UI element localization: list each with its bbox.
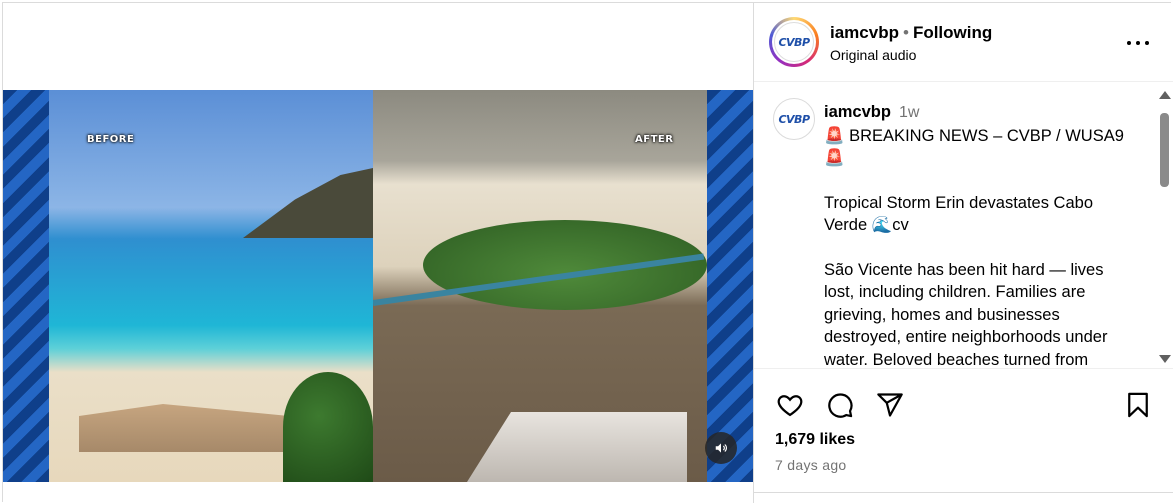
post-header: CVBP iamcvbp • Following Original audio (754, 3, 1173, 82)
caption-line: 🚨 BREAKING NEWS – CVBP / WUSA9 (824, 126, 1124, 145)
caption-line: lost, including children. Families are (824, 283, 1086, 301)
header-username[interactable]: iamcvbp (830, 23, 899, 42)
avatar-logo: CVBP (774, 22, 814, 62)
caption-time: 1w (898, 104, 920, 121)
caption-line: water. Beloved beaches turned from (824, 350, 1089, 369)
more-options-button[interactable] (1127, 33, 1149, 53)
caption-line: 🚨 (824, 149, 845, 167)
divider (754, 492, 1173, 493)
caption-line (824, 237, 1136, 259)
balcony (467, 412, 687, 482)
caption-username[interactable]: iamcvbp (824, 103, 891, 121)
caption-avatar[interactable]: CVBP (773, 98, 815, 140)
after-image (373, 90, 707, 482)
avatar-inner: CVBP (772, 20, 816, 64)
caption-line: grieving, homes and businesses (824, 305, 1060, 324)
heart-icon (777, 395, 803, 417)
mute-button[interactable] (705, 432, 737, 464)
comment-icon (828, 393, 853, 418)
speaker-icon (715, 443, 728, 453)
video-player[interactable]: BEFORE AFTER (3, 90, 753, 482)
likes-count[interactable]: 1,679 likes (775, 431, 855, 449)
video-border-left (3, 90, 49, 482)
caption-line: Verde 🌊cv (824, 216, 909, 234)
bookmark-icon (1128, 392, 1148, 418)
comment-button[interactable] (824, 389, 856, 421)
caption-line (824, 170, 1136, 192)
caption-line: destroyed, entire neighborhoods under (824, 328, 1108, 346)
post-timestamp[interactable]: 7 days ago (775, 457, 847, 473)
more-icon (1136, 41, 1140, 45)
share-icon (877, 393, 903, 417)
avatar[interactable]: CVBP (769, 17, 819, 67)
mountain (243, 168, 373, 238)
before-image (49, 90, 373, 482)
before-label: BEFORE (87, 134, 135, 145)
scroll-up-arrow-icon[interactable] (1159, 91, 1171, 99)
caption-area: CVBP iamcvbp 1w 🚨 BREAKING NEWS – CVBP / … (754, 83, 1173, 369)
caption-line: São Vicente has been hit hard — lives (824, 260, 1104, 279)
separator-dot: • (902, 23, 909, 42)
shore-buildings (79, 404, 289, 452)
following-button[interactable]: Following (913, 23, 992, 42)
scrollbar-thumb[interactable] (1160, 113, 1169, 187)
caption: iamcvbp 1w 🚨 BREAKING NEWS – CVBP / WUSA9… (824, 101, 1136, 369)
media-pane: BEFORE AFTER (3, 3, 753, 503)
post-dialog: BEFORE AFTER CVBP iamcvbp • Following Or… (2, 2, 1173, 503)
caption-avatar-text: CVBP (778, 112, 810, 126)
avatar-logo-text: CVBP (778, 35, 810, 49)
tree (283, 372, 373, 482)
more-icon (1127, 41, 1131, 45)
action-bar (754, 389, 1173, 429)
like-button[interactable] (774, 389, 806, 421)
scroll-down-arrow-icon[interactable] (1159, 355, 1171, 363)
save-button[interactable] (1122, 389, 1154, 421)
post-sidebar: CVBP iamcvbp • Following Original audio CV… (753, 3, 1173, 503)
audio-link[interactable]: Original audio (830, 47, 916, 63)
after-label: AFTER (635, 134, 674, 145)
caption-line: Tropical Storm Erin devastates Cabo (824, 193, 1094, 212)
share-button[interactable] (874, 389, 906, 421)
more-icon (1145, 41, 1149, 45)
scrollbar[interactable] (1158, 91, 1171, 363)
video-border-right (707, 90, 753, 482)
